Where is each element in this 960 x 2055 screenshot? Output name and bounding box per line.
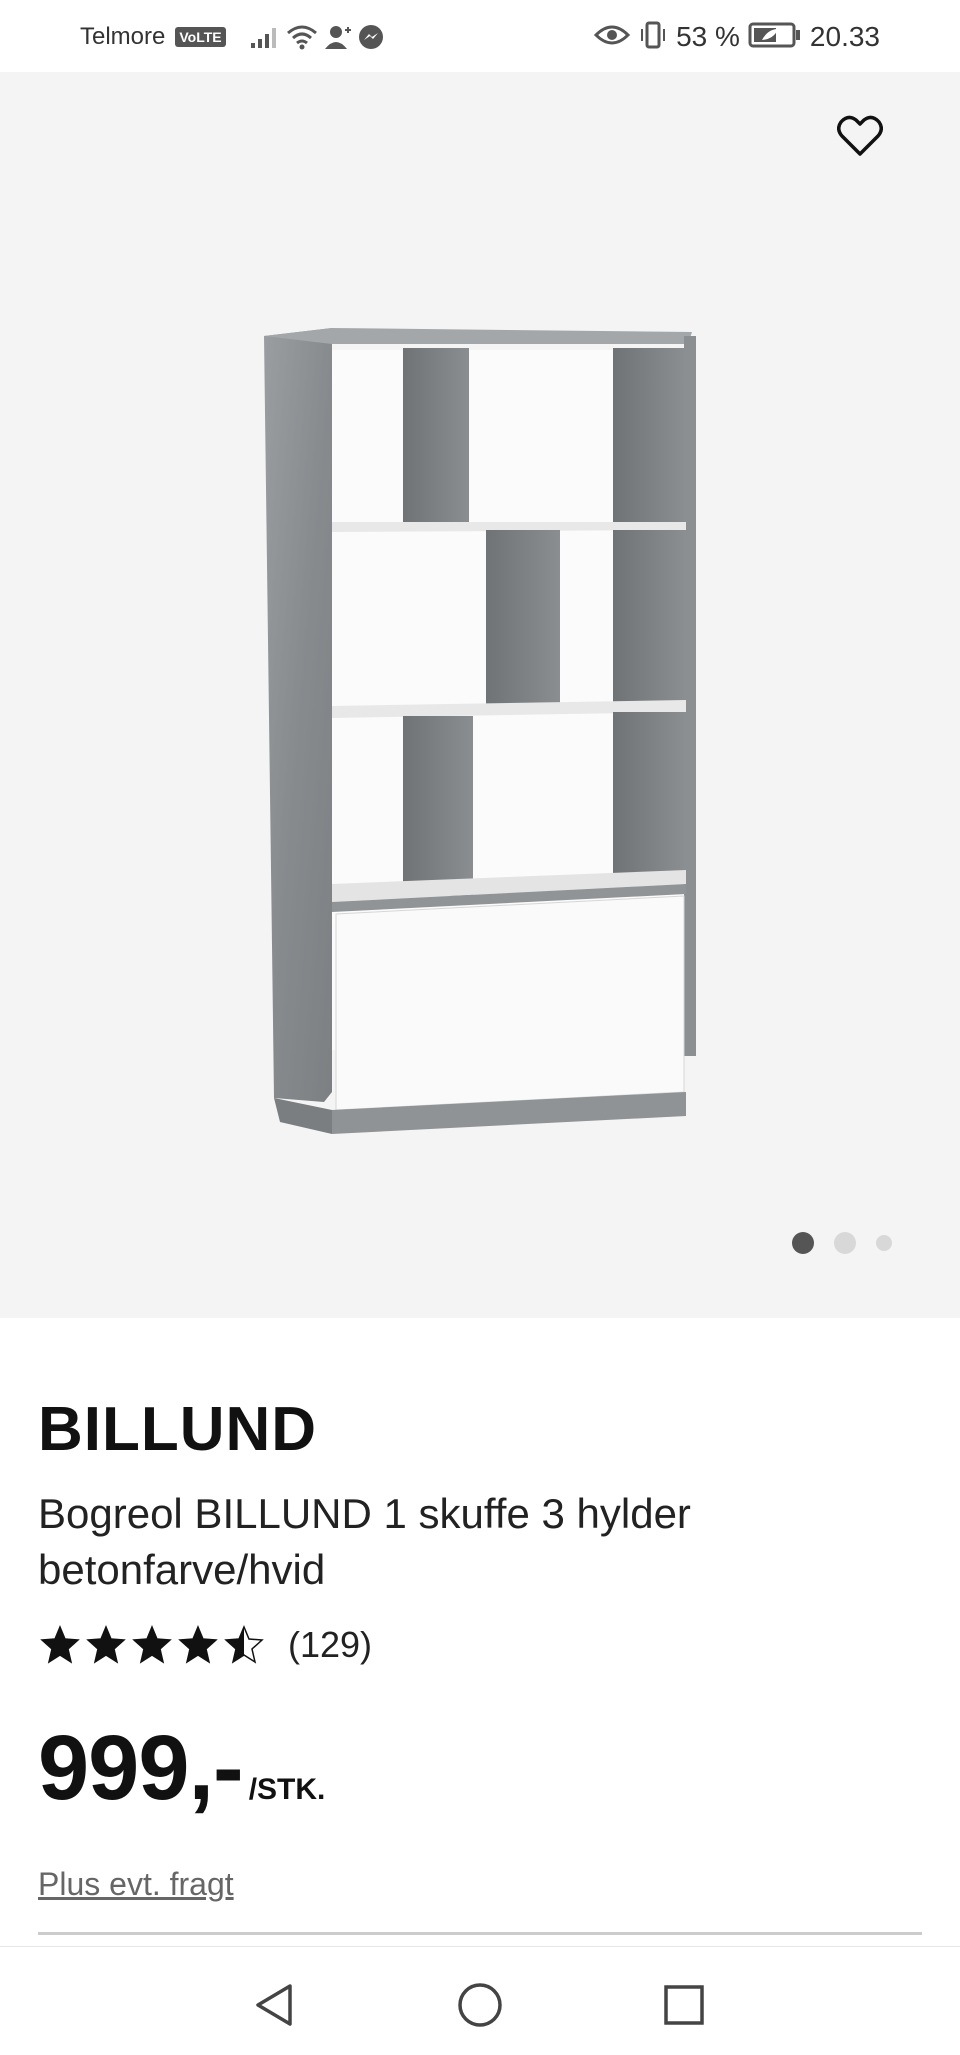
signal-icon (250, 25, 280, 49)
carousel-dot-1[interactable] (792, 1232, 814, 1254)
eye-icon (593, 23, 631, 52)
star-full-icon (130, 1625, 174, 1665)
review-count[interactable]: (129) (288, 1624, 372, 1666)
wifi-icon (286, 24, 318, 50)
status-left: Telmore VoLTE (80, 20, 384, 54)
vibrate-icon (638, 21, 668, 54)
product-name: Bogreol BILLUND 1 skuffe 3 hylder betonf… (38, 1490, 691, 1593)
price-row: 999,- /STK. (38, 1716, 325, 1821)
volte-badge: VoLTE (175, 27, 226, 47)
divider (38, 1932, 922, 1935)
rating-stars (38, 1625, 266, 1665)
product-image[interactable] (140, 222, 820, 1182)
star-full-icon (84, 1625, 128, 1665)
favorite-button[interactable] (830, 108, 890, 168)
home-circle-icon (457, 1982, 503, 2033)
messenger-icon (358, 24, 384, 50)
carrier-name: Telmore (80, 23, 166, 50)
home-button[interactable] (450, 1977, 510, 2037)
rating-row[interactable]: (129) (38, 1624, 372, 1666)
status-right: 53 % 20.33 (593, 20, 880, 54)
heart-outline-icon (837, 115, 883, 162)
shipping-link[interactable]: Plus evt. fragt (38, 1866, 234, 1903)
carousel-dot-2[interactable] (834, 1232, 856, 1254)
product-gallery[interactable] (0, 72, 960, 1318)
star-full-icon (176, 1625, 220, 1665)
battery-icon (748, 21, 802, 54)
clock: 20.33 (809, 21, 880, 52)
price-unit: /STK. (248, 1773, 326, 1806)
back-button[interactable] (244, 1977, 304, 2037)
price: 999,- (38, 1717, 244, 1819)
user-add-icon (324, 24, 352, 50)
carousel-dot-3[interactable] (876, 1235, 892, 1251)
star-full-icon (38, 1625, 82, 1665)
star-half-icon (222, 1625, 266, 1665)
product-brand: BILLUND (38, 1395, 318, 1464)
recents-button[interactable] (654, 1977, 714, 2037)
system-nav-bar (0, 1946, 960, 2055)
status-bar: Telmore VoLTE 53 % 20.33 (0, 0, 960, 72)
status-icons (250, 24, 384, 50)
back-triangle-icon (252, 1982, 296, 2033)
recents-square-icon (663, 1984, 705, 2031)
battery-percent: 53 % (676, 21, 740, 52)
carousel-indicator[interactable] (792, 1232, 892, 1254)
